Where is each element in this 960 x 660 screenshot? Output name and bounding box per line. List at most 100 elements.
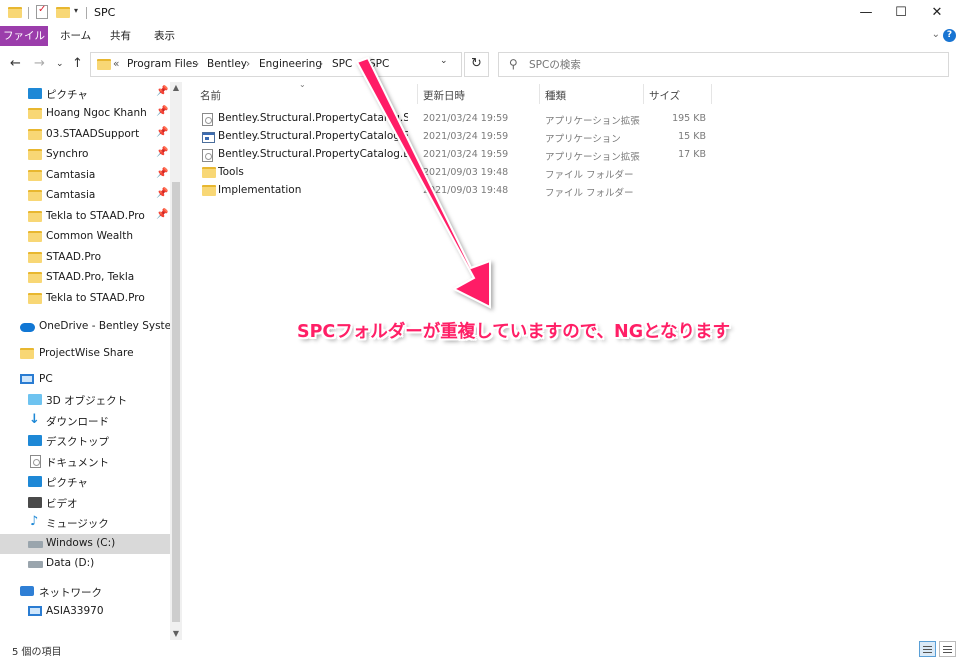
item-count: 5 個の項目 (12, 647, 62, 658)
column-header-type[interactable]: 種類 (539, 82, 643, 106)
close-button[interactable]: ✕ (914, 0, 960, 26)
ribbon-tabs: ファイル ホーム 共有 表示 ⌄ ? (0, 26, 960, 46)
downloads-icon: ↓ (29, 412, 40, 427)
breadcrumb-separator[interactable]: › (319, 58, 323, 70)
scroll-up-icon[interactable]: ▲ (170, 82, 182, 94)
breadcrumb-separator[interactable]: › (246, 58, 250, 70)
file-row[interactable]: Bentley.Structural.PropertyCatalog.DBDri… (194, 146, 714, 164)
search-input[interactable] (529, 56, 929, 73)
nav-item-camtasia[interactable]: Camtasia 📌 (0, 166, 170, 186)
nav-item-label: ASIA33970 (46, 605, 104, 617)
nav-item-camtasia[interactable]: Camtasia 📌 (0, 186, 170, 206)
breadcrumb-engineering[interactable]: Engineering (259, 58, 322, 70)
folder-icon (202, 185, 216, 196)
new-folder-icon[interactable] (56, 7, 70, 18)
file-modified: 2021/09/03 19:48 (423, 167, 509, 178)
folder-icon (20, 348, 34, 359)
details-view-icon[interactable] (919, 641, 936, 657)
column-header-name[interactable]: ⌄ 名前 (194, 80, 417, 106)
properties-icon[interactable] (36, 4, 48, 19)
documents-icon (30, 455, 41, 468)
column-header-label: サイズ (649, 90, 681, 102)
breadcrumb-separator[interactable]: › (358, 58, 362, 70)
breadcrumb-program-files[interactable]: Program Files (127, 58, 198, 70)
nav-item-03-staadsupport[interactable]: 03.STAADSupport 📌 (0, 125, 170, 145)
nav-item-label: デスクトップ (46, 436, 109, 448)
nav-item-label: 3D オブジェクト (46, 395, 128, 407)
breadcrumb-bentley[interactable]: Bentley (207, 58, 247, 70)
nav-item-3d-objects[interactable]: 3D オブジェクト (0, 390, 170, 410)
videos-icon (28, 497, 42, 508)
column-header-modified[interactable]: 更新日時 (417, 82, 539, 106)
nav-item-label: ProjectWise Share (39, 347, 134, 359)
nav-item-documents[interactable]: ドキュメント (0, 452, 170, 472)
tab-share[interactable]: 共有 (110, 26, 131, 46)
folder-row-tools[interactable]: Tools 2021/09/03 19:48 ファイル フォルダー (194, 164, 714, 182)
nav-item-asia33970[interactable]: ASIA33970 (0, 602, 170, 622)
dll-icon (202, 113, 213, 126)
folder-icon (28, 129, 42, 140)
pin-icon[interactable]: 📌 (156, 209, 168, 220)
breadcrumb-spc-current[interactable]: SPC (369, 58, 389, 70)
breadcrumb-overflow[interactable]: « (113, 58, 119, 70)
nav-item-pc[interactable]: PC (0, 370, 170, 390)
nav-item-data-d[interactable]: Data (D:) (0, 554, 170, 574)
navigation-bar: ← → ⌄ ↑ « Program Files › Bentley › Engi… (0, 50, 960, 80)
address-bar[interactable]: « Program Files › Bentley › Engineering … (90, 52, 462, 77)
nav-item-onedrive[interactable]: OneDrive - Bentley Systems, (0, 317, 170, 337)
nav-item-network[interactable]: ネットワーク (0, 582, 170, 602)
status-bar: 5 個の項目 (0, 640, 960, 660)
tab-file[interactable]: ファイル (0, 26, 48, 46)
pin-icon[interactable]: 📌 (156, 188, 168, 199)
expand-ribbon-icon[interactable]: ⌄ (932, 29, 940, 40)
column-header-size[interactable]: サイズ (643, 82, 711, 106)
large-icons-view-icon[interactable] (939, 641, 956, 657)
nav-item-desktop[interactable]: デスクトップ (0, 431, 170, 451)
recent-locations-icon[interactable]: ⌄ (56, 59, 64, 69)
toolbar-separator (86, 7, 87, 19)
refresh-button[interactable]: ↻ (464, 52, 489, 77)
nav-item-tekla-to-staad[interactable]: Tekla to STAAD.Pro 📌 (0, 207, 170, 227)
nav-item-music[interactable]: ♪ ミュージック (0, 513, 170, 533)
address-dropdown-icon[interactable]: ⌄ (440, 56, 448, 66)
nav-item-tekla-to-staad-2[interactable]: Tekla to STAAD.Pro (0, 289, 170, 309)
pc-icon (20, 374, 34, 384)
pin-icon[interactable]: 📌 (156, 147, 168, 158)
search-icon: ⚲ (509, 57, 518, 71)
help-icon[interactable]: ? (943, 29, 956, 42)
scroll-thumb[interactable] (172, 182, 180, 622)
file-row[interactable]: Bentley.Structural.PropertyCatalog.Serve… (194, 128, 714, 146)
tab-home[interactable]: ホーム (60, 26, 91, 46)
nav-item-pictures[interactable]: ピクチャ (0, 472, 170, 492)
up-icon[interactable]: ↑ (72, 56, 83, 71)
forward-icon[interactable]: → (34, 56, 45, 71)
nav-item-hoang-ngoc-khanh[interactable]: Hoang Ngoc Khanh 📌 (0, 104, 170, 124)
customize-quick-access-icon[interactable]: ▾ (74, 6, 78, 15)
nav-item-common-wealth[interactable]: Common Wealth (0, 227, 170, 247)
nav-item-projectwise[interactable]: ProjectWise Share (0, 344, 170, 364)
nav-item-staad-pro[interactable]: STAAD.Pro (0, 248, 170, 268)
navpane-scrollbar[interactable]: ▲ ▼ (170, 82, 182, 640)
pin-icon[interactable]: 📌 (156, 106, 168, 117)
nav-item-pictures-pinned[interactable]: ピクチャ 📌 (0, 84, 170, 104)
scroll-down-icon[interactable]: ▼ (170, 628, 182, 640)
search-box[interactable]: ⚲ (498, 52, 949, 77)
column-divider[interactable] (711, 84, 712, 104)
pin-icon[interactable]: 📌 (156, 127, 168, 138)
nav-item-downloads[interactable]: ↓ ダウンロード (0, 411, 170, 431)
file-modified: 2021/09/03 19:48 (423, 185, 509, 196)
pin-icon[interactable]: 📌 (156, 168, 168, 179)
breadcrumb-separator[interactable]: › (195, 58, 199, 70)
navigation-pane: ピクチャ 📌 Hoang Ngoc Khanh 📌 03.STAADSuppor… (0, 82, 170, 640)
nav-item-videos[interactable]: ビデオ (0, 493, 170, 513)
back-icon[interactable]: ← (10, 56, 21, 71)
tab-view[interactable]: 表示 (154, 26, 175, 46)
nav-item-synchro[interactable]: Synchro 📌 (0, 145, 170, 165)
file-row[interactable]: Bentley.Structural.PropertyCatalog.Serve… (194, 110, 714, 128)
pin-icon[interactable]: 📌 (156, 86, 168, 97)
nav-item-staad-pro-tekla[interactable]: STAAD.Pro, Tekla (0, 268, 170, 288)
breadcrumb-spc-parent[interactable]: SPC (332, 58, 352, 70)
folder-row-implementation[interactable]: Implementation 2021/09/03 19:48 ファイル フォル… (194, 182, 714, 200)
nav-item-windows-c[interactable]: Windows (C:) (0, 534, 170, 554)
nav-item-label: ビデオ (46, 498, 78, 510)
